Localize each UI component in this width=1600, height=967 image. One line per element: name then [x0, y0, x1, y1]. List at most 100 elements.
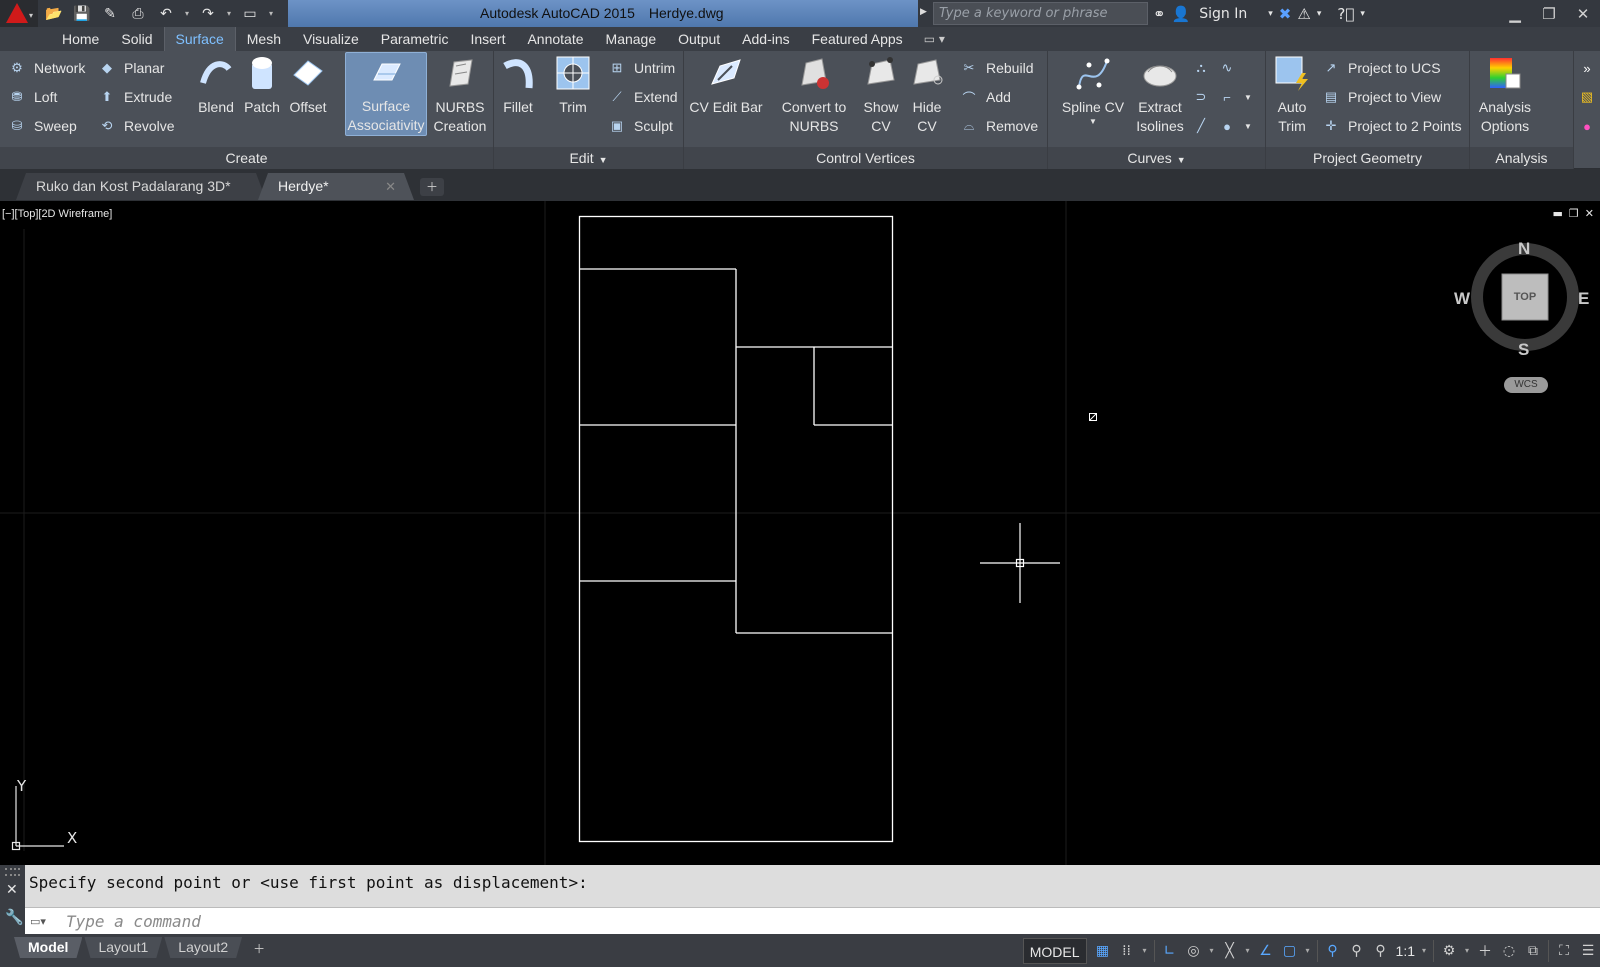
viewport-close-icon[interactable]: ✕	[1585, 207, 1594, 220]
show-cv-button[interactable]: Show CV	[860, 54, 902, 136]
auto-trim-button[interactable]: Auto Trim	[1270, 54, 1314, 136]
tab-solid[interactable]: Solid	[110, 27, 163, 51]
user-icon[interactable]: 👤	[1169, 5, 1194, 23]
snap-icon[interactable]: ⁞⁞	[1115, 938, 1139, 964]
object-snap-icon[interactable]: ▢	[1278, 938, 1302, 964]
command-prompt-icon[interactable]: ▭▾	[30, 911, 60, 931]
undo-icon[interactable]: ↶	[154, 3, 178, 25]
extract-isolines-button[interactable]: Extract Isolines	[1132, 54, 1188, 136]
chevron-down-icon[interactable]: ▾	[1302, 946, 1314, 955]
chevron-down-icon[interactable]: ▾	[1461, 946, 1473, 955]
surface-associativity-button[interactable]: Surface Associativity	[345, 52, 427, 136]
viewcube-top-face[interactable]: TOP	[1502, 274, 1548, 320]
chevron-down-icon[interactable]: ▾	[1418, 946, 1430, 955]
restore-icon[interactable]: ❐	[1532, 0, 1566, 27]
minimize-icon[interactable]: ▁	[1498, 0, 1532, 27]
remove-cv-button[interactable]: ⌓ Remove	[960, 113, 1038, 139]
new-tab-button[interactable]: ＋	[420, 178, 444, 196]
chevron-down-icon[interactable]: ▾	[1206, 946, 1218, 955]
hide-cv-button[interactable]: Hide CV	[906, 54, 948, 136]
tab-output[interactable]: Output	[667, 27, 731, 51]
clean-screen-icon[interactable]: ⛶	[1552, 938, 1576, 964]
drag-handle-icon[interactable]	[5, 868, 20, 876]
tab-parametric[interactable]: Parametric	[370, 27, 460, 51]
ribbon-display-toggle-icon[interactable]: ▭ ▾	[914, 27, 955, 51]
patch-button[interactable]: Patch	[240, 54, 284, 117]
plus-icon[interactable]: ＋	[1473, 938, 1497, 964]
nurbs-creation-button[interactable]: NURBS Creation	[432, 54, 488, 136]
ribbon-expand-button[interactable]: »	[1578, 55, 1600, 81]
search-input[interactable]: Type a keyword or phrase	[933, 2, 1148, 25]
viewport-minimize-icon[interactable]: ▬	[1553, 207, 1563, 220]
viewport-restore-icon[interactable]: ❐	[1569, 207, 1579, 220]
chevron-down-icon[interactable]: ▾	[1314, 9, 1325, 19]
redo-icon[interactable]: ↷	[196, 3, 220, 25]
curve-tool-3[interactable]: ╱ ● ▼	[1192, 113, 1252, 139]
tab-manage[interactable]: Manage	[595, 27, 668, 51]
drawing-canvas[interactable]	[0, 201, 1600, 865]
blend-button[interactable]: Blend	[194, 54, 238, 117]
revolve-button[interactable]: ⟲ Revolve	[98, 113, 175, 139]
loft-button[interactable]: ⛃ Loft	[8, 84, 58, 110]
curve-tool-2[interactable]: ⊃ ⌐ ▼	[1192, 84, 1252, 110]
project-to-ucs-button[interactable]: ↗ Project to UCS	[1322, 55, 1441, 81]
layout-tab-layout1[interactable]: Layout1	[84, 937, 162, 958]
annotation-scale-icon[interactable]: ⚲	[1369, 938, 1393, 964]
tab-surface[interactable]: Surface	[163, 27, 236, 51]
close-icon[interactable]: ✕	[6, 882, 18, 898]
extend-button[interactable]: ⟋ Extend	[608, 84, 677, 110]
trim-button[interactable]: Trim	[548, 54, 598, 117]
redo-dropdown-icon[interactable]: ▾	[224, 9, 234, 18]
project-to-2-points-button[interactable]: ✛ Project to 2 Points	[1322, 113, 1462, 139]
curvature-analysis-button[interactable]: ●	[1578, 113, 1600, 139]
save-icon[interactable]: 💾	[70, 3, 94, 25]
help-icon[interactable]: ?⃝	[1334, 5, 1357, 23]
file-tab-herdye[interactable]: Herdye* ✕	[258, 173, 414, 200]
viewcube-east[interactable]: E	[1578, 289, 1589, 309]
panel-title-curves[interactable]: Curves ▼	[1048, 147, 1265, 169]
new-layout-button[interactable]: ＋	[248, 940, 270, 958]
file-tab-ruko[interactable]: Ruko dan Kost Padalarang 3D*	[16, 173, 266, 200]
tab-annotate[interactable]: Annotate	[516, 27, 594, 51]
wcs-menu-button[interactable]: WCS	[1504, 377, 1548, 393]
annotation-visibility-icon[interactable]: ⚲	[1321, 938, 1345, 964]
polar-tracking-icon[interactable]: ◎	[1182, 938, 1206, 964]
tab-home[interactable]: Home	[51, 27, 110, 51]
hardware-acceleration-icon[interactable]: ⧉	[1521, 938, 1545, 964]
tab-mesh[interactable]: Mesh	[236, 27, 292, 51]
application-menu-button[interactable]: ▾	[0, 0, 38, 27]
close-icon[interactable]: ✕	[1566, 0, 1600, 27]
share-icon[interactable]: ▭	[238, 3, 262, 25]
tab-insert[interactable]: Insert	[459, 27, 516, 51]
viewcube-west[interactable]: W	[1454, 289, 1470, 309]
cv-edit-bar-button[interactable]: CV Edit Bar	[688, 54, 764, 117]
chevron-down-icon[interactable]: ▾	[1265, 9, 1276, 19]
customize-qat-icon[interactable]: ▾	[266, 9, 276, 18]
exchange-icon[interactable]: ✖	[1276, 5, 1295, 23]
analysis-options-button[interactable]: Analysis Options	[1474, 54, 1536, 136]
project-to-view-button[interactable]: ▤ Project to View	[1322, 84, 1441, 110]
a360-icon[interactable]: ⚠	[1294, 5, 1313, 23]
sign-in-button[interactable]: Sign In	[1199, 6, 1247, 22]
save-as-icon[interactable]: ✎	[98, 3, 122, 25]
planar-button[interactable]: ◆ Planar	[98, 55, 164, 81]
drawing-viewport[interactable]: Y X [−][Top][2D Wireframe] ▬ ❐ ✕ N S W E…	[0, 201, 1600, 865]
gear-icon[interactable]: ⚙	[1437, 938, 1461, 964]
floor-plan-drawing[interactable]	[578, 215, 894, 843]
viewcube-north[interactable]: N	[1518, 239, 1530, 259]
viewport-controls-label[interactable]: [−][Top][2D Wireframe]	[2, 208, 112, 220]
layout-tab-model[interactable]: Model	[14, 937, 82, 958]
isometric-drafting-icon[interactable]: ╳	[1218, 938, 1242, 964]
binoculars-icon[interactable]: ⚭	[1150, 5, 1169, 23]
chevron-down-icon[interactable]: ▾	[1139, 946, 1151, 955]
fillet-button[interactable]: Fillet	[496, 54, 540, 117]
tab-add-ins[interactable]: Add-ins	[731, 27, 800, 51]
curve-tool-1[interactable]: ⛬ ∿	[1192, 55, 1244, 81]
print-icon[interactable]: ⎙	[126, 3, 150, 25]
spline-cv-button[interactable]: Spline CV ▼	[1060, 54, 1126, 127]
rebuild-button[interactable]: ✂ Rebuild	[960, 55, 1034, 81]
extrude-button[interactable]: ⬆ Extrude	[98, 84, 173, 110]
auto-scale-icon[interactable]: ⚲	[1345, 938, 1369, 964]
viewcube[interactable]: N S W E TOP	[1454, 239, 1590, 391]
panel-title-edit[interactable]: Edit ▼	[494, 147, 683, 169]
